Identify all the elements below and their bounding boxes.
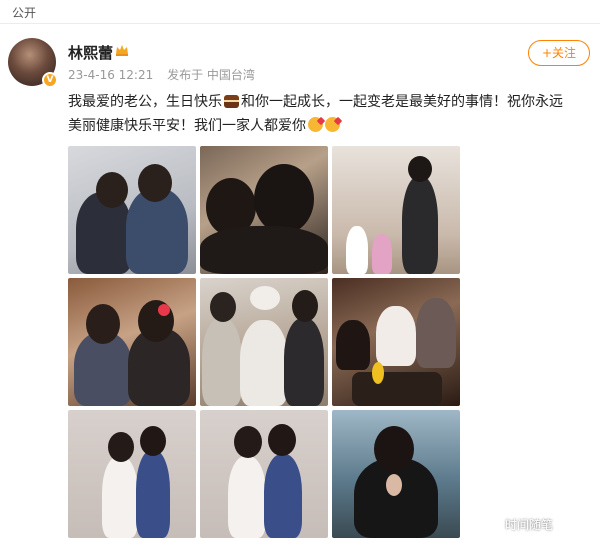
photo-5[interactable]: [200, 278, 328, 406]
watermark-text: 时间随笔: [505, 518, 554, 532]
post-text-part-2: 和你一起成长，一起变老是最美好的事情！祝你永远: [241, 94, 563, 110]
post-timestamp[interactable]: 23-4-16 12:21: [68, 68, 153, 82]
photo-figure: [268, 424, 296, 456]
photo-figure: [374, 426, 414, 472]
photo-figure: [416, 298, 456, 368]
photo-figure: [408, 156, 432, 182]
crown-icon: [116, 45, 128, 56]
photo-figure: [210, 292, 236, 322]
photo-figure: [402, 176, 438, 274]
photo-6[interactable]: [332, 278, 460, 406]
photo-figure: [372, 362, 384, 384]
post-text-line-2: 美丽健康快乐平安！我们一家人都爱你: [68, 114, 358, 138]
author-name[interactable]: 林熙蕾: [68, 42, 113, 63]
photo-figure: [86, 304, 120, 344]
photo-9[interactable]: [332, 410, 460, 538]
top-bar: 公开: [0, 0, 600, 24]
photo-figure: [102, 456, 138, 538]
cake-icon: [224, 95, 239, 108]
follow-button[interactable]: +关注: [528, 40, 590, 66]
photo-7[interactable]: [68, 410, 196, 538]
photo-figure: [240, 320, 288, 406]
photo-1[interactable]: [68, 146, 196, 274]
visibility-label[interactable]: 公开: [12, 4, 36, 21]
photo-figure: [284, 318, 324, 406]
photo-2[interactable]: [200, 146, 328, 274]
photo-figure: [200, 226, 328, 274]
photo-figure: [292, 290, 318, 322]
photo-figure: [264, 454, 302, 538]
photo-figure: [376, 306, 416, 366]
photo-figure: [138, 164, 172, 202]
photo-figure: [140, 426, 166, 456]
photo-figure: [158, 304, 170, 316]
photo-figure: [352, 372, 442, 406]
post-text-part-3: 美丽健康快乐平安！我们一家人都爱你: [68, 118, 306, 134]
photo-figure: [108, 432, 134, 462]
photo-figure: [372, 234, 392, 274]
kiss-icon: [325, 117, 340, 132]
watermark: 时间随笔: [490, 516, 553, 533]
photo-figure: [228, 456, 266, 538]
photo-figure: [136, 450, 170, 538]
photo-figure: [386, 474, 402, 496]
kiss-icon: [308, 117, 323, 132]
photo-figure: [254, 164, 314, 234]
photo-8[interactable]: [200, 410, 328, 538]
post-source: 发布于 中国台湾: [167, 68, 255, 82]
photo-figure: [346, 226, 368, 274]
photo-figure: [202, 318, 242, 406]
watermark-icon: [490, 519, 502, 531]
post-text-part-1: 我最爱的老公，生日快乐: [68, 94, 222, 110]
photo-figure: [250, 286, 280, 310]
photo-figure: [234, 426, 262, 458]
post-text: 我最爱的老公，生日快乐 和你一起成长，一起变老是最美好的事情！祝你永远 美丽健康快…: [68, 90, 563, 138]
post-meta: 23-4-16 12:21 发布于 中国台湾: [68, 66, 265, 83]
verified-badge-icon: V: [42, 72, 58, 88]
photo-3[interactable]: [332, 146, 460, 274]
post-text-line-1: 我最爱的老公，生日快乐 和你一起成长，一起变老是最美好的事情！祝你永远: [68, 90, 563, 114]
photo-figure: [336, 320, 370, 370]
photo-figure: [96, 172, 128, 208]
photo-4[interactable]: [68, 278, 196, 406]
